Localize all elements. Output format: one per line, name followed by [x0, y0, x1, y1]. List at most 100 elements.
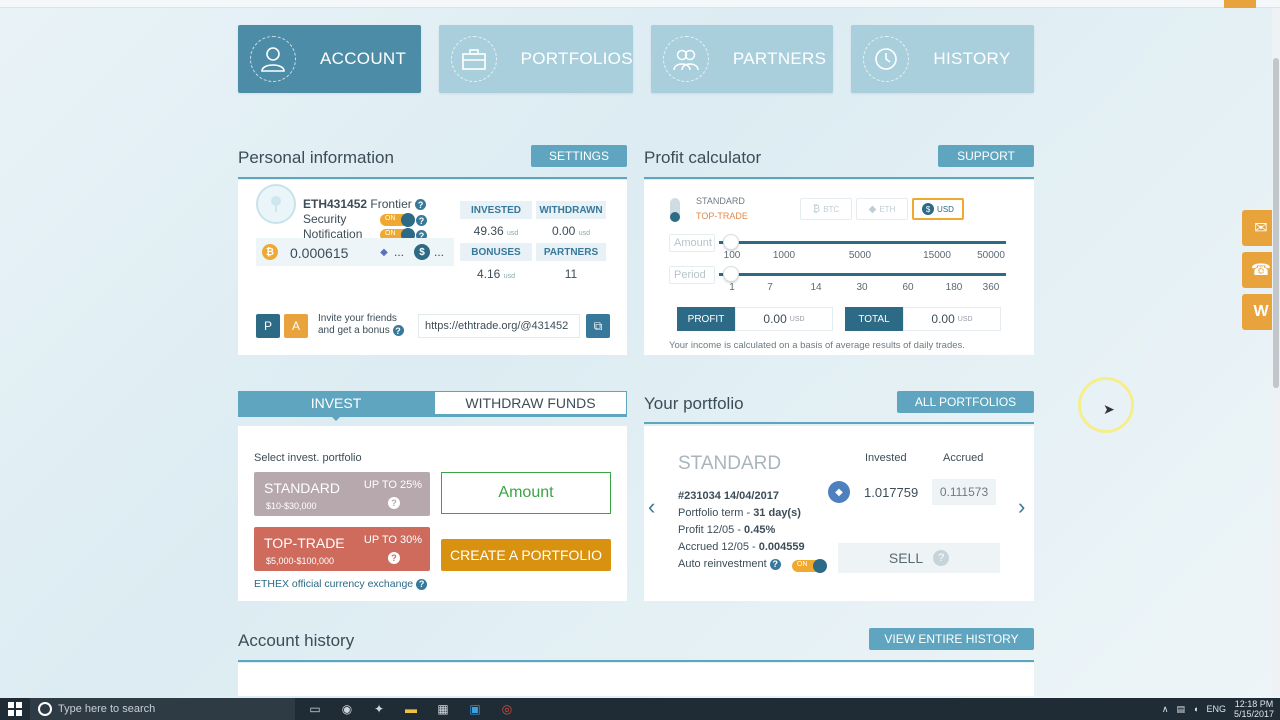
network-icon[interactable]: ▤	[1176, 704, 1185, 715]
copy-icon[interactable]: ⧉	[586, 314, 610, 338]
currency-btc-button[interactable]: ₿ BTC	[800, 198, 852, 220]
tab-portfolios[interactable]: PORTFOLIOS	[438, 25, 633, 93]
auto-reinvest-toggle[interactable]: ON	[792, 559, 827, 573]
profit-calc-panel: STANDARD TOP-TRADE ₿ BTC ◆ ETH $ USD Amount…	[644, 180, 1034, 355]
security-toggle[interactable]: ON	[380, 213, 415, 227]
tray-arrow-icon[interactable]: ∧	[1162, 704, 1169, 715]
volume-icon[interactable]: ◖	[1193, 704, 1198, 714]
profit-value: 0.00 USD	[735, 307, 833, 331]
help-icon[interactable]: ?	[415, 199, 427, 211]
tab-withdraw-funds[interactable]: WITHDRAW FUNDS	[434, 391, 627, 415]
portfolio-id-date: #231034 14/04/2017	[678, 490, 779, 502]
amount-input[interactable]: Amount	[441, 472, 611, 514]
amount-tick: 5000	[848, 250, 872, 261]
group-icon	[662, 36, 709, 82]
portfolio-rule	[644, 422, 1034, 424]
tab-invest[interactable]: INVEST	[238, 391, 434, 415]
amount-tick: 50000	[977, 250, 1005, 261]
create-portfolio-button[interactable]: CREATE A PORTFOLIO	[441, 539, 611, 571]
bonuses-value: 4.16 usd	[477, 267, 515, 281]
chrome-icon[interactable]: ◎	[495, 698, 519, 720]
standard-range: $10-$30,000	[266, 501, 317, 511]
main-nav: ACCOUNT PORTFOLIOS PARTNERS HISTORY	[238, 25, 1034, 93]
help-icon[interactable]: ?	[933, 550, 950, 566]
sell-button[interactable]: SELL?	[838, 543, 1000, 573]
referral-link-field[interactable]: https://ethtrade.org/@431452	[418, 314, 580, 338]
taskbar-search[interactable]: Type here to search	[30, 698, 295, 720]
chevron-left-icon[interactable]: ‹	[648, 494, 655, 520]
clock-icon	[863, 36, 910, 82]
all-portfolios-button[interactable]: ALL PORTFOLIOS	[897, 391, 1034, 413]
period-tick: 180	[945, 282, 963, 293]
currency-eth-button[interactable]: ◆ ETH	[856, 198, 908, 220]
tab-account-label: ACCOUNT	[320, 49, 407, 68]
scrollbar-thumb[interactable]	[1273, 58, 1279, 388]
app-icon[interactable]: ✦	[367, 698, 391, 720]
account-id-row: ETH431452 Frontier ?	[303, 197, 427, 211]
portfolio-accrued: Accrued 12/05 - 0.004559	[678, 541, 805, 553]
plan-switch[interactable]	[670, 198, 680, 222]
period-tick: 14	[810, 282, 822, 293]
toptrade-name: TOP-TRADE	[264, 535, 345, 551]
folder-icon[interactable]: ▬	[399, 698, 423, 720]
exchange-link[interactable]: ETHEX official currency exchange ?	[254, 578, 428, 590]
tab-partners-label: PARTNERS	[732, 49, 827, 68]
help-icon[interactable]: ?	[388, 497, 400, 509]
period-tick: 360	[982, 282, 1000, 293]
period-tick: 7	[767, 282, 773, 293]
help-icon[interactable]: ?	[388, 552, 400, 564]
profit-calc-rule	[644, 177, 1034, 179]
avatar[interactable]	[256, 184, 296, 224]
a-button[interactable]: A	[284, 314, 308, 338]
page-scrollbar[interactable]	[1272, 8, 1280, 696]
period-tick: 1	[729, 282, 735, 293]
screen-app-icon[interactable]: ▣	[463, 698, 487, 720]
language-indicator[interactable]: ENG	[1206, 704, 1226, 714]
period-slider-track[interactable]	[719, 273, 1006, 276]
amount-tick: 100	[723, 250, 741, 261]
toptrade-portfolio-button[interactable]: TOP-TRADE $5,000-$100,000 UP TO 30% ?	[254, 527, 430, 571]
p-button[interactable]: P	[256, 314, 280, 338]
currency-usd-button[interactable]: $ USD	[912, 198, 964, 220]
tab-account[interactable]: ACCOUNT	[238, 25, 421, 93]
clock[interactable]: 12:18 PM 5/15/2017	[1234, 699, 1274, 719]
clock-date: 5/15/2017	[1233, 709, 1274, 719]
account-level: Frontier	[370, 197, 412, 211]
help-icon[interactable]: ?	[416, 215, 427, 226]
ethereum-icon: ◆	[380, 246, 388, 258]
plan-toptrade-label[interactable]: TOP-TRADE	[696, 211, 748, 221]
period-slider-handle[interactable]	[723, 266, 739, 282]
task-view-icon[interactable]: ▭	[303, 698, 327, 720]
eth-balance: ...	[394, 245, 405, 259]
amount-slider-handle[interactable]	[723, 234, 739, 250]
bitcoin-icon: ₿	[262, 244, 278, 260]
browser-top-strip	[0, 0, 1280, 8]
settings-button[interactable]: SETTINGS	[531, 145, 627, 167]
toggle-on-text: ON	[797, 561, 808, 568]
standard-portfolio-button[interactable]: STANDARD $10-$30,000 UP TO 25% ?	[254, 472, 430, 516]
top-accent	[1224, 0, 1256, 8]
amount-slider-track[interactable]	[719, 241, 1006, 244]
help-icon[interactable]: ?	[416, 578, 428, 590]
help-icon[interactable]: ?	[392, 325, 404, 336]
view-history-button[interactable]: VIEW ENTIRE HISTORY	[869, 628, 1034, 650]
support-button[interactable]: SUPPORT	[938, 145, 1034, 167]
windows-start-icon[interactable]	[0, 698, 30, 720]
standard-name: STANDARD	[264, 480, 340, 496]
auto-reinvest-label: Auto reinvestment ?	[678, 558, 781, 570]
plan-standard-label[interactable]: STANDARD	[696, 196, 745, 206]
tab-portfolios-label: PORTFOLIOS	[520, 49, 633, 68]
tab-partners[interactable]: PARTNERS	[650, 25, 834, 93]
dollar-icon: $	[414, 244, 430, 260]
history-rule	[238, 660, 1034, 662]
amount-tick: 1000	[772, 250, 796, 261]
calculator-icon[interactable]: ▦	[431, 698, 455, 720]
portfolio-name: STANDARD	[678, 453, 782, 474]
media-icon[interactable]: ◉	[335, 698, 359, 720]
tab-history[interactable]: HISTORY	[851, 25, 1034, 93]
accrued-amount: 0.111573	[932, 479, 996, 505]
invested-value: 49.36 usd	[473, 224, 519, 238]
help-icon[interactable]: ?	[769, 558, 781, 570]
briefcase-icon	[450, 36, 497, 82]
chevron-right-icon[interactable]: ›	[1018, 494, 1025, 520]
